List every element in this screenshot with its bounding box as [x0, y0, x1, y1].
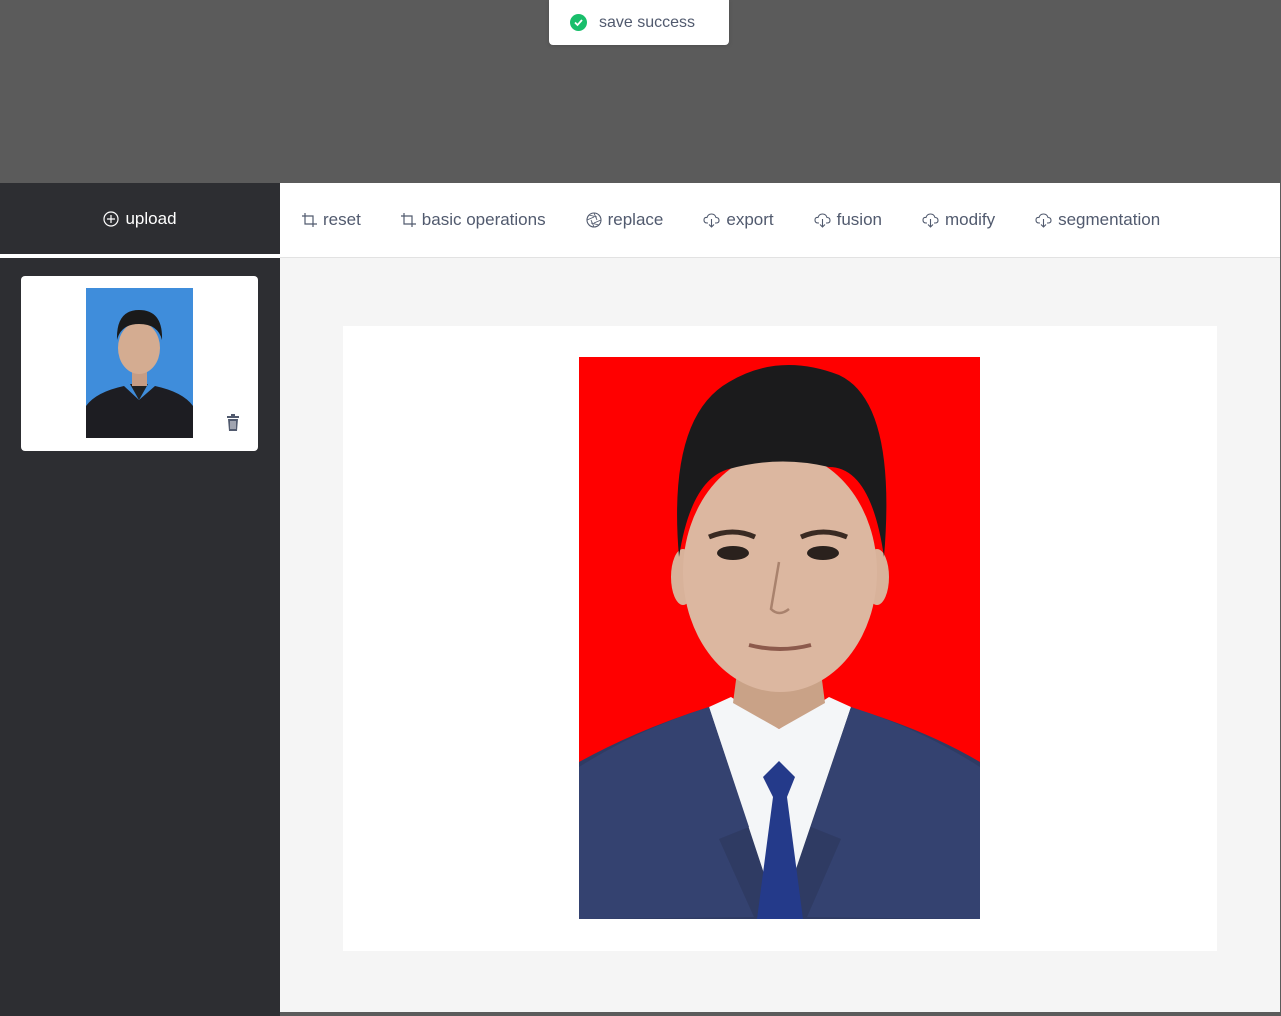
export-button[interactable]: export	[703, 210, 774, 230]
crop-icon	[302, 212, 317, 227]
replace-button[interactable]: replace	[586, 210, 664, 230]
crop-icon	[400, 212, 416, 227]
segmentation-button[interactable]: segmentation	[1035, 210, 1160, 230]
replace-label: replace	[607, 210, 664, 229]
reset-button[interactable]: reset	[302, 210, 361, 230]
workspace	[280, 258, 1280, 1012]
thumbnail-card[interactable]	[21, 276, 258, 451]
plus-circle-icon	[103, 210, 120, 227]
modify-label: modify	[945, 210, 996, 229]
trash-icon[interactable]	[225, 414, 241, 437]
segmentation-label: segmentation	[1058, 210, 1161, 229]
save-success-toast: save success	[549, 0, 729, 45]
basic-operations-label: basic operations	[421, 210, 546, 229]
bottom-border	[280, 1012, 1281, 1016]
export-label: export	[726, 210, 774, 229]
modify-button[interactable]: modify	[922, 210, 995, 230]
fusion-label: fusion	[836, 210, 882, 229]
upload-label: upload	[125, 208, 177, 228]
reset-label: reset	[323, 210, 361, 229]
check-circle-icon	[570, 14, 587, 31]
thumbnail-image[interactable]	[86, 288, 193, 438]
edited-photo[interactable]	[579, 357, 980, 919]
image-canvas	[343, 326, 1217, 951]
toast-message: save success	[599, 13, 696, 31]
cloud-download-icon	[1035, 212, 1052, 228]
fusion-button[interactable]: fusion	[814, 210, 882, 230]
toolbar: reset basic operations replace export fu…	[280, 183, 1281, 258]
aperture-icon	[586, 212, 602, 228]
basic-operations-button[interactable]: basic operations	[400, 210, 546, 230]
sidebar: upload	[0, 183, 280, 1016]
cloud-download-icon	[922, 212, 939, 228]
upload-button[interactable]: upload	[0, 183, 280, 258]
cloud-download-icon	[814, 212, 831, 228]
cloud-download-icon	[703, 212, 720, 228]
